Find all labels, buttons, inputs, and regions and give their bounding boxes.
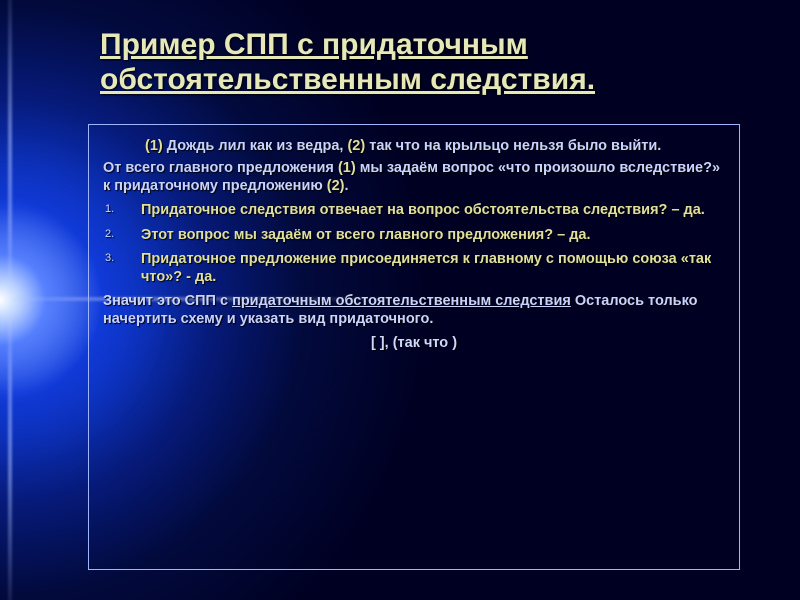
slide-title: Пример СПП с придаточным обстоятельствен…	[100, 28, 740, 97]
concl-pre: Значит это СПП с	[103, 293, 232, 309]
slide-body: (1) Дождь лил как из ведра, (2) так что …	[103, 137, 725, 352]
checklist: Придаточное следствия отвечает на вопрос…	[103, 201, 725, 286]
slide-background: Пример СПП с придаточным обстоятельствен…	[0, 0, 800, 600]
q-marker-1: (1)	[338, 160, 356, 176]
question-paragraph: От всего главного предложения (1) мы зад…	[103, 159, 725, 195]
example-part-2: так что на крыльцо нельзя было выйти.	[365, 138, 661, 154]
checklist-item-3: Придаточное предложение присоединяется к…	[103, 250, 725, 286]
q-marker-2: (2)	[327, 178, 345, 194]
marker-2: (2)	[347, 138, 365, 154]
content-frame: (1) Дождь лил как из ведра, (2) так что …	[88, 124, 740, 570]
example-sentence: (1) Дождь лил как из ведра, (2) так что …	[145, 137, 725, 155]
sentence-schema: [ ], (так что )	[103, 334, 725, 352]
concl-underline: придаточным обстоятельственным следствия	[232, 293, 571, 309]
checklist-item-1: Придаточное следствия отвечает на вопрос…	[103, 201, 725, 219]
marker-1: (1)	[145, 138, 163, 154]
q-post: .	[345, 178, 349, 194]
checklist-item-2: Этот вопрос мы задаём от всего главного …	[103, 226, 725, 244]
q-pre: От всего главного предложения	[103, 160, 338, 176]
conclusion: Значит это СПП с придаточным обстоятельс…	[103, 292, 725, 328]
flare-ray-vertical	[8, 0, 12, 600]
example-part-1: Дождь лил как из ведра,	[163, 138, 348, 154]
